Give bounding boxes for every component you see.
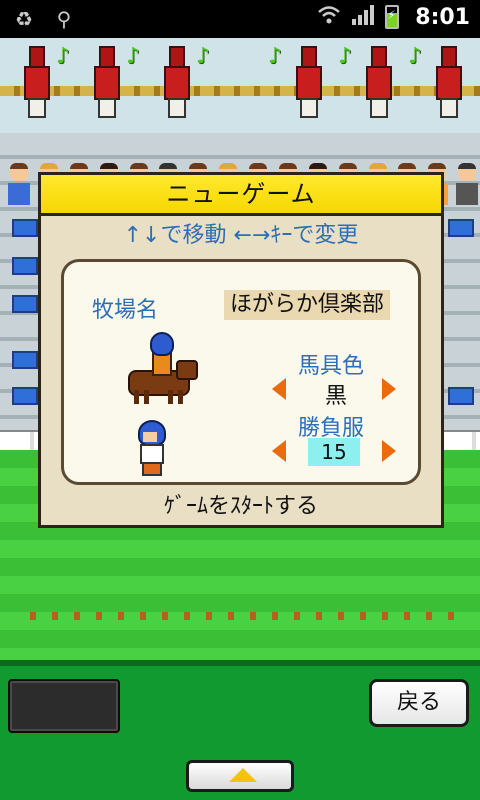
wifi-icon [317,4,341,30]
recycle-icon: ♻ [15,7,33,31]
banner-rail [0,86,480,96]
expand-up-button[interactable] [186,760,294,792]
trumpeter [364,46,392,118]
bottom-bar-divider [0,660,480,666]
seat [448,387,474,405]
clock: 8:01 [415,4,470,30]
seat [12,219,38,237]
arrow-right-icon [382,378,396,400]
silks-next-button[interactable] [382,440,404,464]
tack-color-prev-button[interactable] [272,378,294,402]
silks-prev-button[interactable] [272,440,294,464]
music-note-icon: ♪ [126,44,141,69]
dirt-markers [30,612,470,620]
status-bar: ♻ ⚲ 8:01 [0,0,480,38]
controls-hint: ↑↓で移動 ←→ｷｰで変更 [123,223,359,248]
trumpeter [22,46,50,118]
back-button[interactable]: 戻る [369,679,469,727]
horse-with-rider-icon [122,332,198,408]
music-note-icon: ♪ [338,44,353,69]
seat [12,351,38,369]
seat [12,257,38,275]
seat [12,295,38,313]
new-game-dialog: ニューゲーム ↑↓で移動 ←→ｷｰで変更 牧場名 ほがらか倶楽部 馬具色 黒 勝… [38,172,444,528]
tack-color-next-button[interactable] [382,378,404,402]
jockey-icon [134,420,168,476]
tack-color-label: 馬具色 [298,354,365,379]
trumpeter [294,46,322,118]
arrow-up-icon [229,768,257,782]
farm-name-field[interactable]: ほがらか倶楽部 [224,290,391,320]
start-game-button[interactable]: ｹﾞｰﾑをｽﾀｰﾄする [41,491,441,523]
seat [448,219,474,237]
arrow-left-icon [272,378,286,400]
trumpeter [434,46,462,118]
silks-value: 15 [308,438,360,466]
dialog-title: ニューゲーム [41,175,441,216]
settings-panel: 牧場名 ほがらか倶楽部 馬具色 黒 勝負服 15 [61,259,421,485]
battery-charging-icon [385,5,400,29]
arrow-left-icon [272,440,286,462]
info-display [8,679,120,733]
music-note-icon: ♪ [268,44,283,69]
seat [12,387,38,405]
arrow-right-icon [382,440,396,462]
music-note-icon: ♪ [56,44,71,69]
usb-icon: ⚲ [56,7,72,31]
tack-color-value: 黒 [324,384,347,409]
signal-icon [351,4,375,30]
trumpeter [92,46,120,118]
music-note-icon: ♪ [408,44,423,69]
trumpeter [162,46,190,118]
farm-name-label: 牧場名 [92,298,159,323]
music-note-icon: ♪ [196,44,211,69]
